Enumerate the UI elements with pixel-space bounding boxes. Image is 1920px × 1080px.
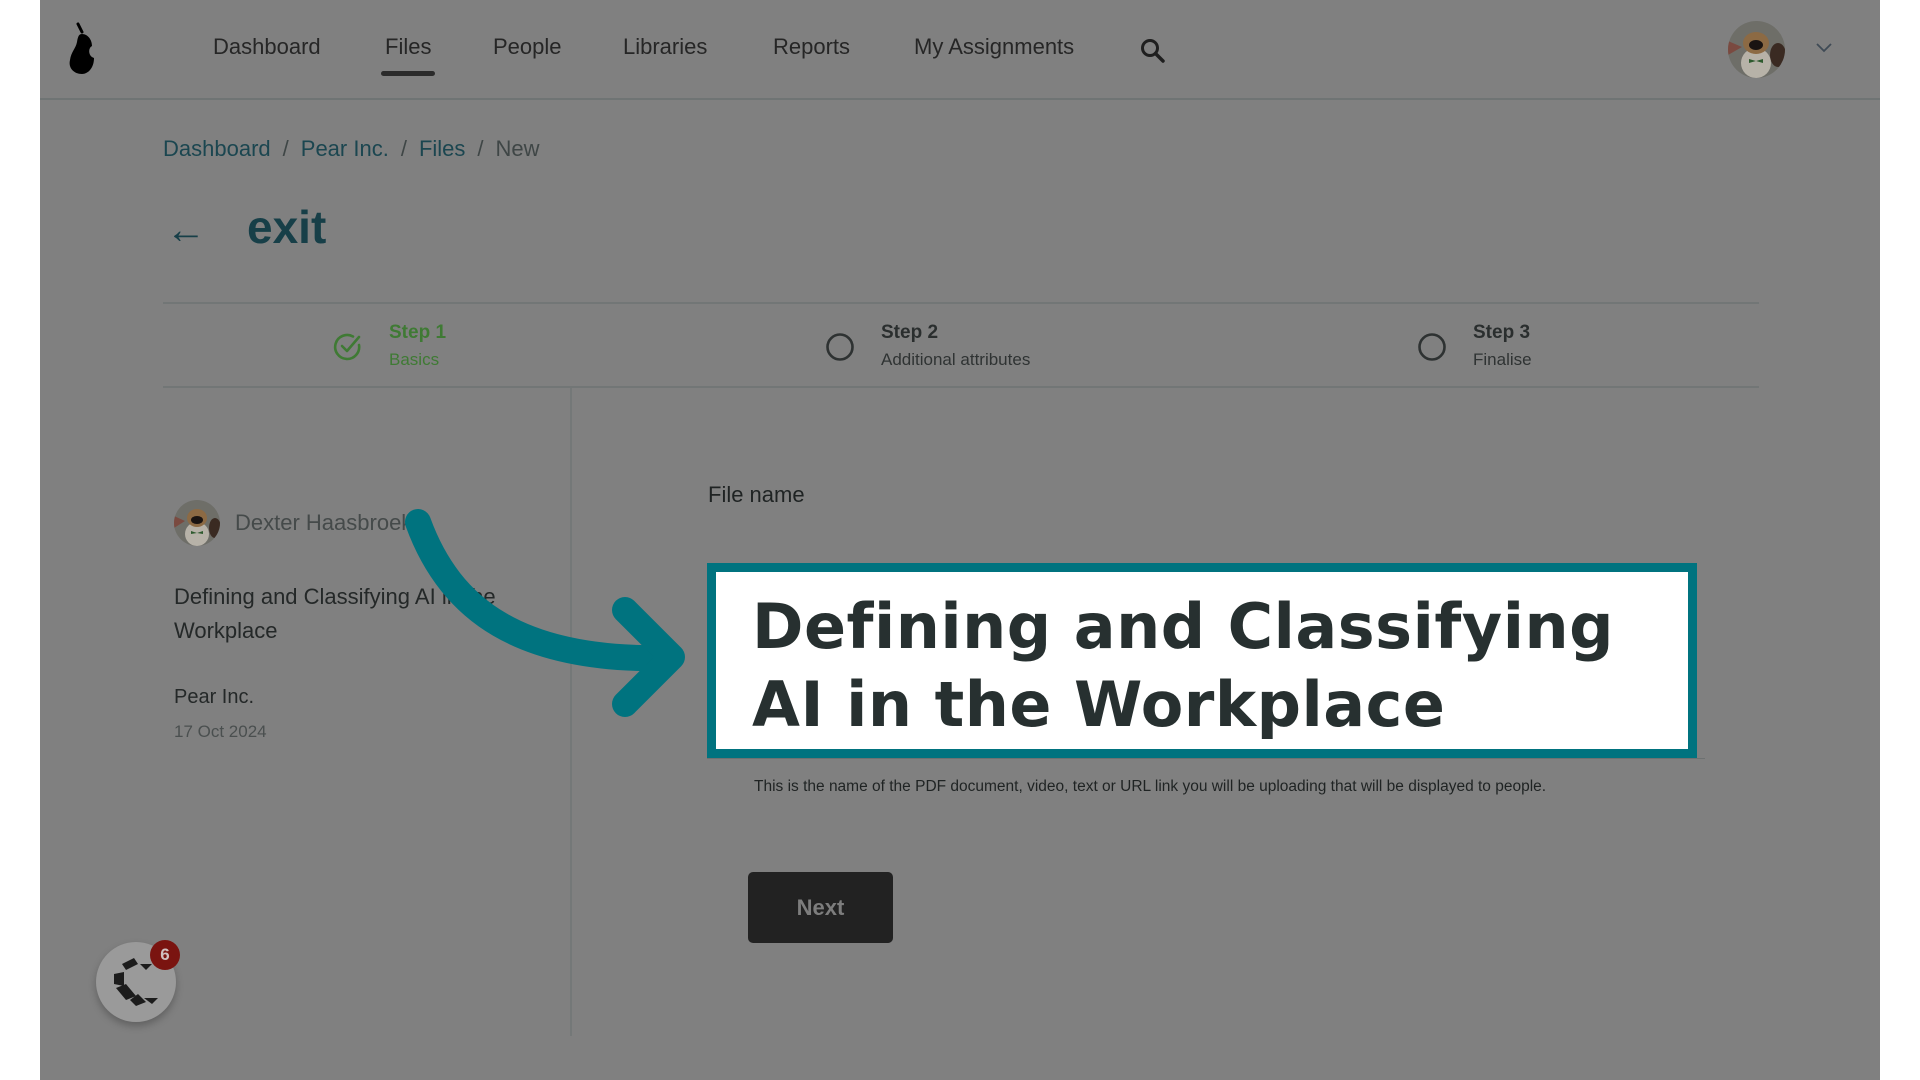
breadcrumb-separator: / <box>477 136 484 161</box>
file-name-label: File name <box>708 482 805 507</box>
back-arrow-icon[interactable]: ← <box>166 210 206 250</box>
file-name-helper-text: This is the name of the PDF document, vi… <box>754 778 1547 795</box>
check-circle-icon <box>333 333 361 361</box>
exit-link[interactable]: exit <box>247 200 326 254</box>
search-icon[interactable] <box>1140 38 1166 64</box>
preview-file-title: Defining and Classifying AI in the Workp… <box>174 584 496 643</box>
step-2-title: Step 2 <box>881 322 939 343</box>
user-avatar[interactable] <box>1728 21 1785 78</box>
stepper: Step 1 Basics Step 2 Additional attribut… <box>163 302 1759 388</box>
dog-avatar-image <box>174 500 220 546</box>
chevron-down-icon[interactable] <box>1815 42 1833 54</box>
empty-circle-icon <box>826 333 854 361</box>
breadcrumb-files[interactable]: Files <box>419 136 465 161</box>
empty-circle-icon <box>1418 333 1446 361</box>
breadcrumb-separator: / <box>282 136 289 161</box>
column-divider <box>570 388 572 1036</box>
next-button[interactable]: Next <box>748 872 893 943</box>
breadcrumb-new: New <box>495 136 540 161</box>
top-navigation: Dashboard Files People Libraries Reports… <box>40 0 1880 100</box>
breadcrumb: Dashboard / Pear Inc. / Files / New <box>163 136 540 162</box>
file-name-highlight <box>707 563 1697 758</box>
nav-reports[interactable]: Reports <box>773 34 850 60</box>
nav-people[interactable]: People <box>493 34 562 60</box>
nav-libraries[interactable]: Libraries <box>623 34 707 60</box>
input-underline <box>707 758 1705 759</box>
step-1-title: Step 1 <box>389 322 447 343</box>
nav-files[interactable]: Files <box>380 34 436 76</box>
pear-logo-icon[interactable] <box>68 22 104 76</box>
author-avatar <box>174 500 220 546</box>
author-name: Dexter Haasbroek <box>235 510 413 535</box>
dog-avatar-image <box>1728 21 1785 78</box>
nav-dashboard[interactable]: Dashboard <box>213 34 321 60</box>
breadcrumb-dashboard[interactable]: Dashboard <box>163 136 271 161</box>
file-name-input[interactable] <box>752 588 1682 748</box>
step-3-title: Step 3 <box>1473 322 1531 343</box>
step-2-subtitle: Additional attributes <box>881 350 1031 369</box>
preview-date: 17 Oct 2024 <box>174 722 267 741</box>
preview-organization: Pear Inc. <box>174 686 255 708</box>
app-root: Dashboard Files People Libraries Reports… <box>40 0 1880 1080</box>
breadcrumb-pear-inc[interactable]: Pear Inc. <box>301 136 389 161</box>
notification-badge: 6 <box>150 940 180 970</box>
nav-my-assignments[interactable]: My Assignments <box>914 34 1074 60</box>
breadcrumb-separator: / <box>400 136 407 161</box>
step-3-subtitle: Finalise <box>1473 350 1532 369</box>
step-1-subtitle: Basics <box>389 350 440 369</box>
